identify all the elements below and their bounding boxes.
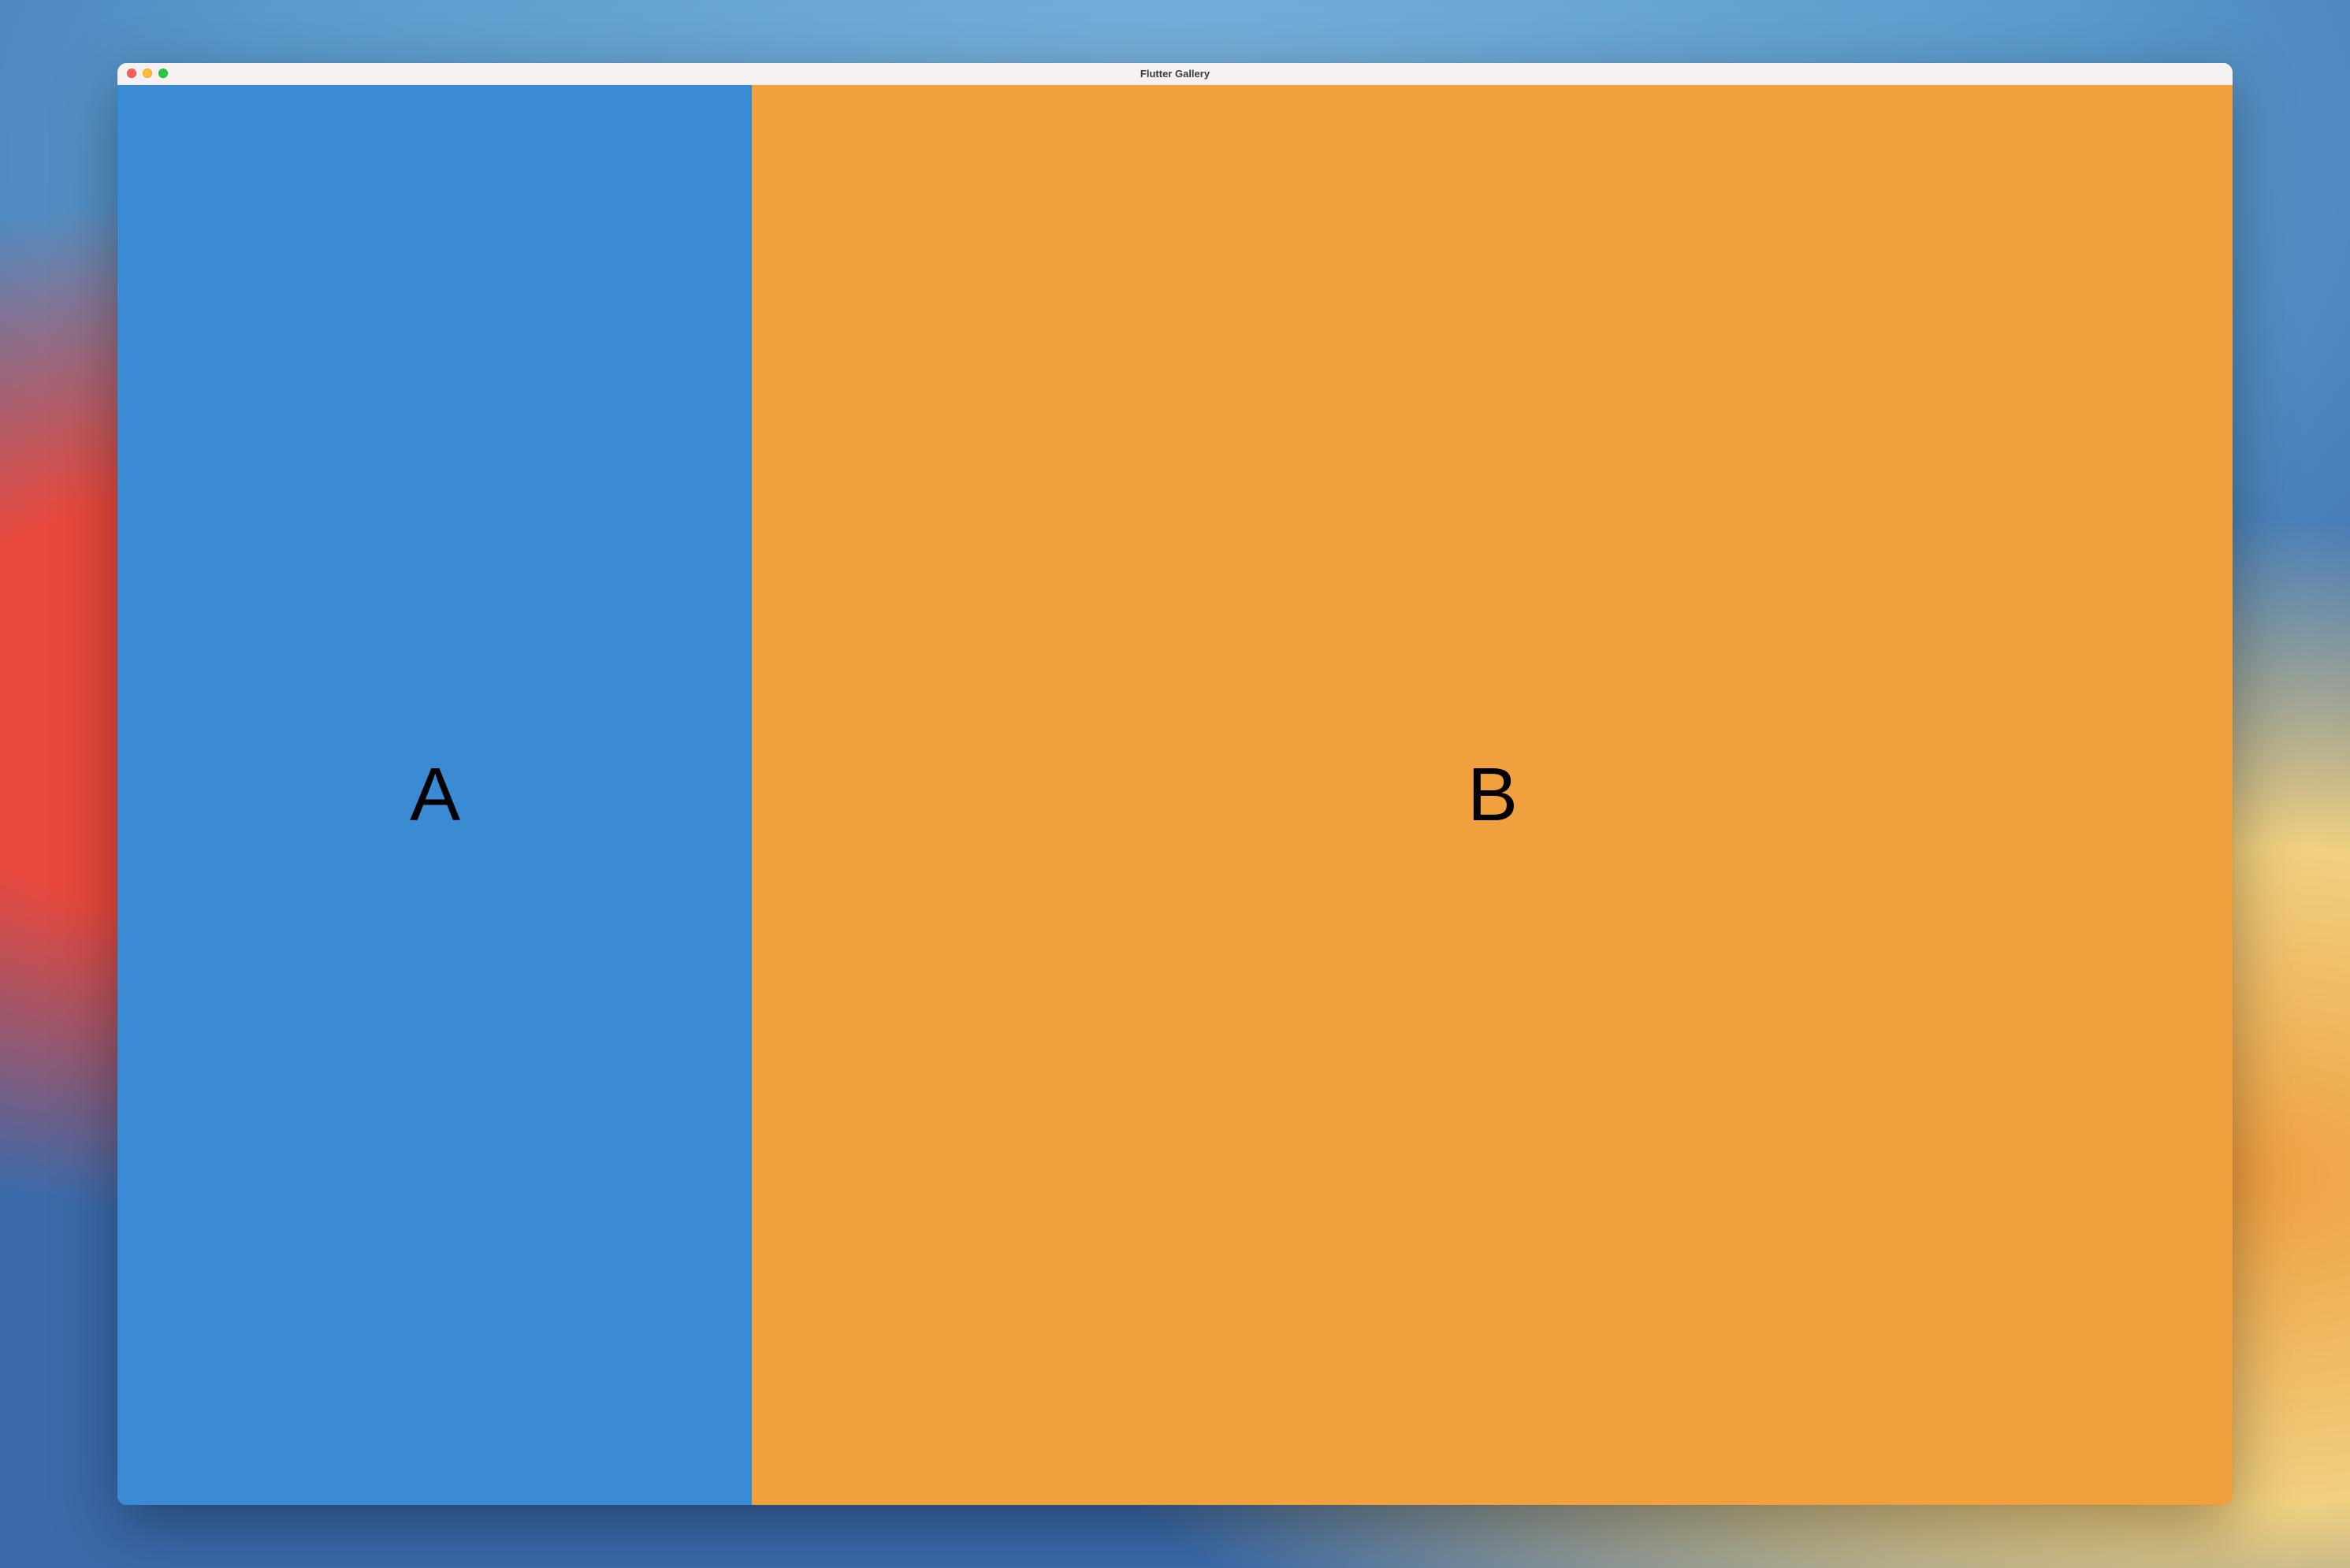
panel-a-label: A xyxy=(410,752,459,838)
titlebar[interactable]: Flutter Gallery xyxy=(117,63,2233,85)
panel-b: B xyxy=(752,85,2233,1506)
maximize-icon[interactable] xyxy=(158,69,168,78)
window-title: Flutter Gallery xyxy=(117,68,2233,80)
minimize-icon[interactable] xyxy=(143,69,152,78)
content-area: A B xyxy=(117,85,2233,1506)
panel-b-label: B xyxy=(1467,752,1517,838)
app-window: Flutter Gallery A B xyxy=(117,63,2233,1506)
panel-a: A xyxy=(117,85,752,1506)
close-icon[interactable] xyxy=(127,69,136,78)
traffic-lights xyxy=(117,69,168,78)
